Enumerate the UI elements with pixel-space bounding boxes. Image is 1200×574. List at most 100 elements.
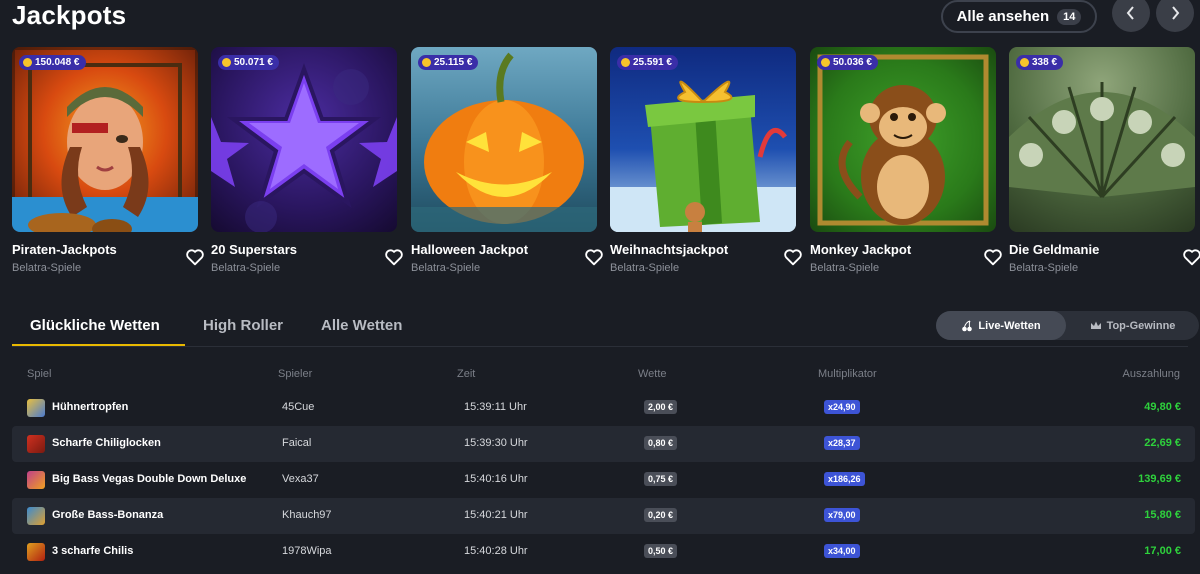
top-wins-label: Top-Gewinne (1106, 319, 1176, 332)
live-bets-label: Live-Wetten (978, 319, 1041, 332)
row-game[interactable]: Scharfe Chiliglocken (52, 437, 161, 449)
heart-icon[interactable] (782, 246, 804, 268)
pumpkin-illustration (411, 52, 597, 232)
table-row[interactable]: Big Bass Vegas Double Down Deluxe Vexa37… (12, 462, 1195, 498)
heart-icon[interactable] (184, 246, 206, 268)
row-payout: 22,69 € (1144, 437, 1181, 449)
game-provider: Belatra-Spiele (610, 262, 680, 274)
row-multiplier: x28,37 (824, 436, 860, 450)
coin-icon (1020, 58, 1029, 67)
jackpot-badge: 25.115 € (418, 55, 479, 70)
carousel-next-button[interactable] (1156, 0, 1194, 32)
game-thumbnail-monkey[interactable]: 50.036 € (810, 47, 996, 232)
row-payout: 49,80 € (1144, 401, 1181, 413)
coin-icon (222, 58, 231, 67)
carousel-prev-button[interactable] (1112, 0, 1150, 32)
row-multiplier: x34,00 (824, 544, 860, 558)
see-all-count-badge: 14 (1057, 8, 1082, 25)
row-player: 1978Wipa (282, 545, 332, 557)
coin-icon (821, 58, 830, 67)
row-multiplier: x24,90 (824, 400, 860, 414)
game-thumbnail-superstars[interactable]: 50.071 € (211, 47, 397, 232)
row-time: 15:39:30 Uhr (464, 437, 528, 449)
chevron-right-icon (1172, 6, 1180, 20)
row-player: 45Cue (282, 401, 315, 413)
game-name[interactable]: Piraten-Jackpots (12, 242, 117, 257)
row-player: Vexa37 (282, 473, 319, 485)
chevron-left-icon (1126, 6, 1134, 20)
crown-icon (1090, 321, 1101, 329)
table-row[interactable]: Große Bass-Bonanza Khauch97 15:40:21 Uhr… (12, 498, 1195, 534)
gift-illustration (610, 80, 796, 232)
game-card[interactable]: 50.036 € Monkey Jackpot Belatra-Spiele (810, 47, 1002, 274)
game-card[interactable]: 338 € Die Geldmanie Belatra-Spiele (1009, 47, 1200, 274)
game-card[interactable]: 25.591 € Weihnachtsjackpot Belatra-Spiel… (610, 47, 802, 274)
game-icon (27, 471, 45, 489)
see-all-button[interactable]: Alle ansehen 14 (941, 0, 1097, 33)
row-player: Khauch97 (282, 509, 332, 521)
row-player: Faical (282, 437, 312, 449)
game-thumbnail-halloween[interactable]: 25.115 € (411, 47, 597, 232)
game-name[interactable]: Monkey Jackpot (810, 242, 911, 257)
row-bet: 0,75 € (644, 472, 678, 486)
live-bets-toggle[interactable]: Live-Wetten (936, 311, 1066, 340)
jackpot-badge: 50.071 € (218, 55, 279, 70)
heart-icon[interactable] (383, 246, 405, 268)
heart-icon[interactable] (1181, 246, 1200, 268)
row-game[interactable]: Große Bass-Bonanza (52, 509, 163, 521)
row-payout: 15,80 € (1144, 509, 1181, 521)
row-time: 15:40:28 Uhr (464, 545, 528, 557)
jackpot-badge: 25.591 € (617, 55, 678, 70)
game-icon (27, 399, 45, 417)
game-name[interactable]: Die Geldmanie (1009, 242, 1099, 257)
game-icon (27, 435, 45, 453)
row-bet: 0,50 € (644, 544, 678, 558)
game-provider: Belatra-Spiele (211, 262, 281, 274)
game-thumbnail-christmas[interactable]: 25.591 € (610, 47, 796, 232)
coin-icon (23, 58, 32, 67)
jackpot-badge: 50.036 € (817, 55, 878, 70)
jackpot-badge: 150.048 € (19, 55, 86, 70)
game-thumbnail-money[interactable]: 338 € (1009, 47, 1195, 232)
game-card[interactable]: 25.115 € Halloween Jackpot Belatra-Spiel… (411, 47, 603, 274)
row-time: 15:39:11 Uhr (464, 401, 527, 413)
col-game: Spiel (27, 368, 52, 380)
table-row[interactable]: Hühnertropfen 45Cue 15:39:11 Uhr 2,00 € … (12, 390, 1195, 426)
game-thumbnail-pirate[interactable]: 150.048 € (12, 47, 198, 232)
heart-icon[interactable] (583, 246, 605, 268)
row-payout: 17,00 € (1144, 545, 1181, 557)
game-icon (27, 507, 45, 525)
money-wheel-illustration (1009, 82, 1195, 199)
table-row[interactable]: Scharfe Chiliglocken Faical 15:39:30 Uhr… (12, 426, 1195, 462)
game-provider: Belatra-Spiele (411, 262, 481, 274)
game-name[interactable]: Weihnachtsjackpot (610, 242, 728, 257)
game-icon (27, 543, 45, 561)
heart-icon[interactable] (982, 246, 1004, 268)
game-card[interactable]: 150.048 € Piraten-Jackpots Belatra-Spiel… (12, 47, 204, 274)
jackpot-badge: 338 € (1016, 55, 1064, 70)
row-bet: 0,20 € (644, 508, 678, 522)
top-wins-toggle[interactable]: Top-Gewinne (1066, 311, 1199, 340)
row-time: 15:40:16 Uhr (464, 473, 528, 485)
col-player: Spieler (278, 368, 313, 380)
table-row[interactable]: 3 scharfe Chilis 1978Wipa 15:40:28 Uhr 0… (12, 534, 1195, 570)
game-provider: Belatra-Spiele (1009, 262, 1079, 274)
tab-high-roller[interactable]: High Roller (203, 317, 283, 334)
col-payout: Auszahlung (1122, 368, 1181, 380)
monkey-illustration (817, 54, 989, 226)
tab-all-bets[interactable]: Alle Wetten (321, 317, 402, 334)
col-time: Zeit (457, 368, 476, 380)
row-multiplier: x186,26 (824, 472, 865, 486)
row-multiplier: x79,00 (824, 508, 860, 522)
row-game[interactable]: Big Bass Vegas Double Down Deluxe (52, 473, 246, 485)
game-name[interactable]: 20 Superstars (211, 242, 297, 257)
row-time: 15:40:21 Uhr (464, 509, 528, 521)
tab-lucky-bets[interactable]: Glückliche Wetten (30, 317, 160, 334)
col-multiplier: Multiplikator (818, 368, 877, 380)
game-card[interactable]: 50.071 € 20 Superstars Belatra-Spiele (211, 47, 403, 274)
col-bet: Wette (638, 368, 667, 380)
row-game[interactable]: Hühnertropfen (52, 401, 128, 413)
row-game[interactable]: 3 scharfe Chilis (52, 545, 133, 557)
game-name[interactable]: Halloween Jackpot (411, 242, 528, 257)
row-payout: 139,69 € (1138, 473, 1181, 485)
